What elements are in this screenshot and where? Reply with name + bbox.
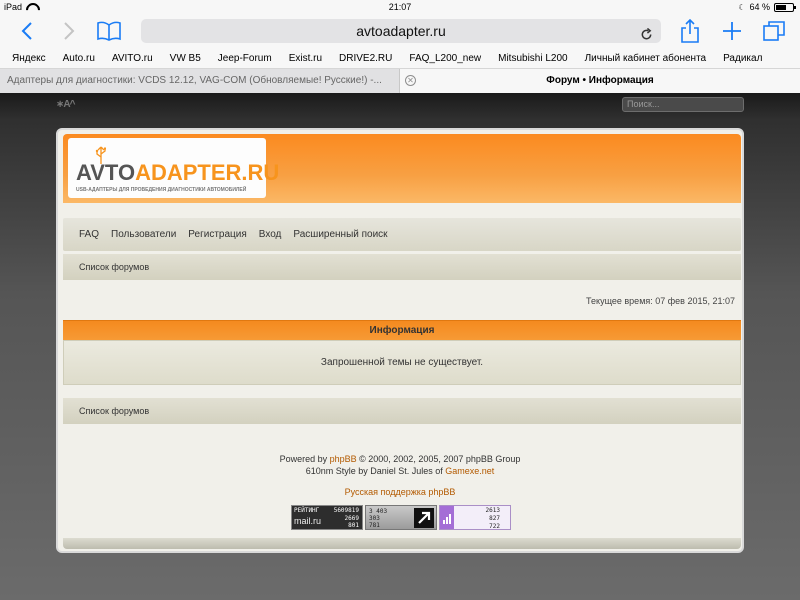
font-size-toggle[interactable]: ∗A^ xyxy=(56,99,75,110)
favorites-bar: Яндекс Auto.ru AVITO.ru VW B5 Jeep-Forum… xyxy=(0,48,800,68)
ios-status-bar: iPad 21:07 ☾ 64 % xyxy=(0,0,800,14)
web-page: ∗A^ Поиск... AVTOADAPTER.RU USB-АДАПТЕРЫ… xyxy=(0,93,800,600)
footer-text: Powered by xyxy=(279,454,330,464)
forum-wrapper: AVTOADAPTER.RU USB-АДАПТЕРЫ ДЛЯ ПРОВЕДЕН… xyxy=(56,128,744,553)
info-message: Запрошенной темы не существует. xyxy=(63,340,741,385)
tabs-button[interactable] xyxy=(762,18,786,44)
current-time: Текущее время: 07 фев 2015, 21:07 xyxy=(586,296,735,306)
russian-support-link[interactable]: Русская поддержка phpBB xyxy=(58,487,742,497)
favorite-link[interactable]: DRIVE2.RU xyxy=(339,53,392,64)
mailru-counter[interactable]: РЕЙТИНГ 5609819 mail.ru 2669 801 xyxy=(291,505,363,530)
favorite-link[interactable]: AVITO.ru xyxy=(112,53,153,64)
battery-fill xyxy=(776,4,787,10)
counter-value: 722 xyxy=(489,523,500,530)
bar-chart-icon xyxy=(443,514,451,524)
favorite-link[interactable]: VW B5 xyxy=(170,53,201,64)
chevron-right-icon xyxy=(64,22,75,40)
battery-percent: 64 % xyxy=(749,2,770,12)
footer-text: © 2000, 2002, 2005, 2007 phpBB Group xyxy=(356,454,521,464)
stats-counter[interactable]: 2613 827 722 xyxy=(439,505,511,530)
tab-label: Адаптеры для диагностики: VCDS 12.12, VA… xyxy=(7,75,382,86)
reload-icon[interactable] xyxy=(640,24,653,48)
logo-text-part1: AVTO xyxy=(76,160,136,185)
logo-text-part2: ADAPTER.RU xyxy=(135,160,280,185)
gamexe-link[interactable]: Gamexe.net xyxy=(445,466,494,476)
address-bar[interactable]: avtoadapter.ru xyxy=(141,19,661,43)
footer-powered-by: Powered by phpBB © 2000, 2002, 2005, 200… xyxy=(58,454,742,464)
counter-value: 2669 xyxy=(344,515,359,522)
search-input[interactable]: Поиск... xyxy=(622,97,744,112)
breadcrumb-forum-index[interactable]: Список форумов xyxy=(79,406,149,416)
counter-value: 303 xyxy=(369,515,380,522)
logo-tagline: USB-АДАПТЕРЫ ДЛЯ ПРОВЕДЕНИЯ ДИАГНОСТИКИ … xyxy=(76,187,247,193)
nav-users[interactable]: Пользователи xyxy=(111,229,176,240)
chevron-left-icon xyxy=(21,22,32,40)
safari-toolbar: avtoadapter.ru xyxy=(0,14,800,48)
favorite-link[interactable]: Личный кабинет абонента xyxy=(585,53,707,64)
counter-value: 2613 xyxy=(485,507,500,514)
footer-style-credit: 610nm Style by Daniel St. Jules of Gamex… xyxy=(58,466,742,476)
footer-text: 610nm Style by Daniel St. Jules of xyxy=(305,466,446,476)
book-icon xyxy=(97,21,121,41)
url-text: avtoadapter.ru xyxy=(356,23,446,39)
new-tab-button[interactable] xyxy=(720,18,744,44)
forum-navbar: FAQ Пользователи Регистрация Вход Расшир… xyxy=(63,218,741,251)
liveinternet-counter[interactable]: 3 403 303 781 xyxy=(365,505,437,530)
site-header: AVTOADAPTER.RU USB-АДАПТЕРЫ ДЛЯ ПРОВЕДЕН… xyxy=(63,134,741,203)
breadcrumb-bottom: Список форумов xyxy=(63,398,741,424)
tab-adapters[interactable]: Адаптеры для диагностики: VCDS 12.12, VA… xyxy=(0,69,400,93)
favorite-link[interactable]: Jeep-Forum xyxy=(218,53,272,64)
nav-faq[interactable]: FAQ xyxy=(79,229,99,240)
breadcrumb-top: Список форумов xyxy=(63,254,741,280)
forward-button[interactable] xyxy=(58,18,80,44)
favorite-link[interactable]: Mitsubishi L200 xyxy=(498,53,567,64)
site-logo[interactable]: AVTOADAPTER.RU USB-АДАПТЕРЫ ДЛЯ ПРОВЕДЕН… xyxy=(68,138,279,198)
counter-value: 3 403 xyxy=(369,508,388,515)
tabs-icon xyxy=(763,21,785,41)
logo-text: AVTOADAPTER.RU xyxy=(76,160,279,186)
bookmarks-button[interactable] xyxy=(96,18,122,44)
counter-value: 801 xyxy=(348,522,359,529)
favorite-link[interactable]: FAQ_L200_new xyxy=(409,53,481,64)
phpbb-link[interactable]: phpBB xyxy=(330,454,357,464)
nav-advanced-search[interactable]: Расширенный поиск xyxy=(293,229,387,240)
battery-icon xyxy=(774,2,796,12)
plus-icon xyxy=(723,22,741,40)
status-clock: 21:07 xyxy=(388,2,412,12)
breadcrumb-forum-index[interactable]: Список форумов xyxy=(79,262,149,272)
share-button[interactable] xyxy=(678,18,702,44)
moon-icon: ☾ xyxy=(738,2,746,12)
tab-label: Форум • Информация xyxy=(546,75,654,86)
back-button[interactable] xyxy=(16,18,38,44)
nav-register[interactable]: Регистрация xyxy=(188,229,246,240)
share-icon xyxy=(681,19,699,43)
favorite-link[interactable]: Радикал xyxy=(723,53,762,64)
site-topbar: ∗A^ Поиск... xyxy=(0,93,800,119)
wrapper-bottom-strip xyxy=(63,538,741,549)
counter-badges: РЕЙТИНГ 5609819 mail.ru 2669 801 3 403 3… xyxy=(291,505,511,530)
counter-value: 781 xyxy=(369,522,380,529)
favorite-link[interactable]: Яндекс xyxy=(12,53,46,64)
counter-brand: mail.ru xyxy=(294,516,322,526)
counter-label: РЕЙТИНГ xyxy=(294,507,320,514)
counter-value: 827 xyxy=(489,515,500,522)
arrow-up-right-icon xyxy=(414,508,434,528)
favorite-link[interactable]: Exist.ru xyxy=(289,53,322,64)
nav-login[interactable]: Вход xyxy=(259,229,282,240)
tab-bar: Адаптеры для диагностики: VCDS 12.12, VA… xyxy=(0,68,800,93)
counter-total: 5609819 xyxy=(333,507,359,514)
favorite-link[interactable]: Auto.ru xyxy=(63,53,95,64)
tab-forum-info[interactable]: Форум • Информация xyxy=(400,69,800,93)
info-panel-title: Информация xyxy=(63,320,741,340)
